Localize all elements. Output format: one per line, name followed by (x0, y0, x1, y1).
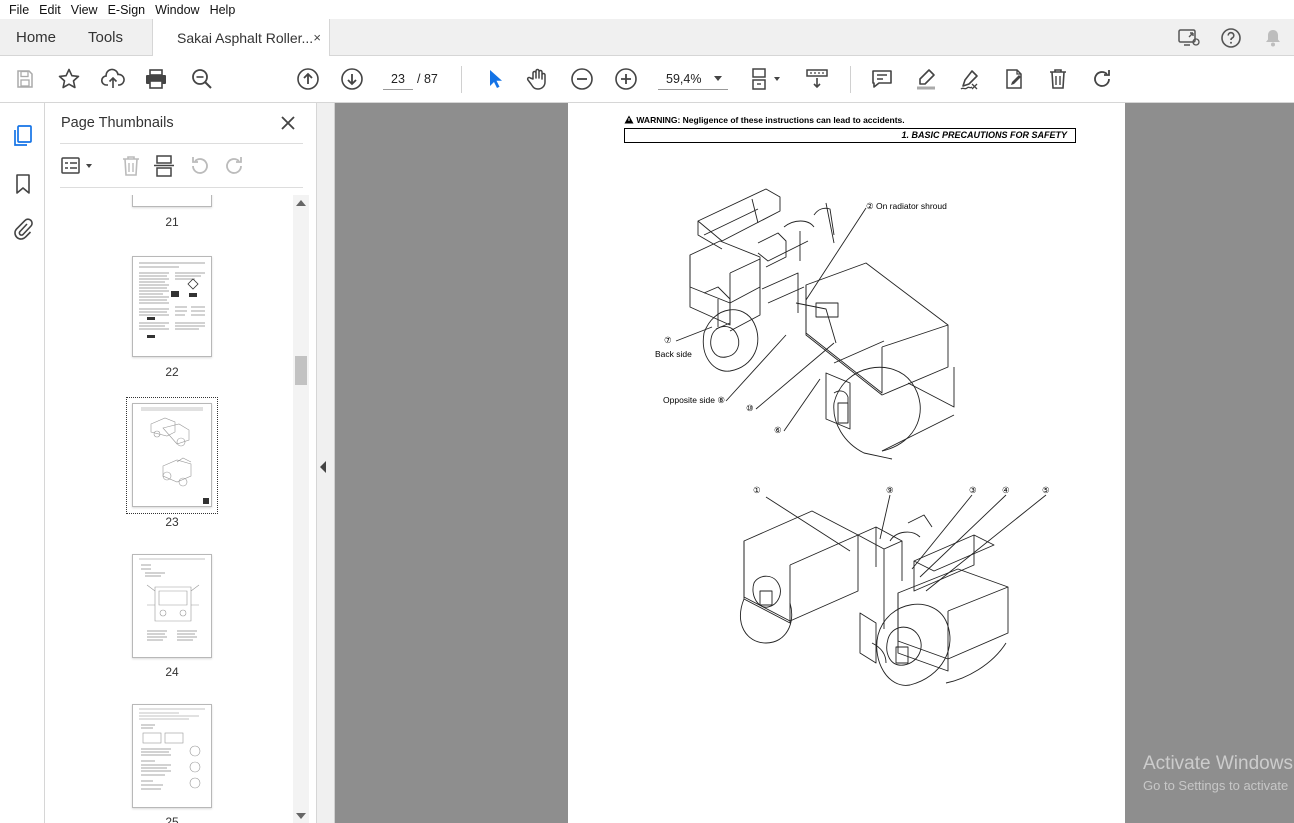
bookmark-star-icon[interactable] (56, 66, 82, 92)
callout-1: ① (753, 485, 761, 495)
previous-page-icon[interactable] (295, 66, 321, 92)
callout-4: ④ (1002, 485, 1010, 495)
menu-view[interactable]: View (66, 3, 103, 17)
page-thumbnails-panel: Page Thumbnails 21 22 23 24 25 (45, 103, 317, 823)
thumbnail-page-24[interactable] (132, 554, 212, 658)
activation-watermark-title: Activate Windows (1143, 753, 1293, 774)
thumbnail-label: 22 (165, 365, 179, 379)
zoom-level-dropdown[interactable]: 59,4% (658, 68, 728, 90)
tab-document-label: Sakai Asphalt Roller... (177, 30, 314, 46)
bell-icon[interactable] (1252, 28, 1294, 48)
page-thumbnails-icon[interactable] (10, 123, 36, 149)
close-panel-icon[interactable] (277, 112, 299, 134)
attachment-paperclip-icon[interactable] (10, 216, 36, 242)
zoom-level-value: 59,4% (666, 71, 702, 86)
hand-tool-icon[interactable] (525, 66, 551, 92)
menu-bar: File Edit View E-Sign Window Help (0, 0, 1294, 19)
bookmark-icon[interactable] (10, 171, 36, 197)
thumbnail-page-21[interactable] (132, 195, 212, 207)
print-icon[interactable] (143, 66, 169, 92)
tab-home[interactable]: Home (16, 19, 56, 56)
collapse-panel-arrow-icon[interactable] (320, 461, 326, 473)
select-cursor-icon[interactable] (481, 66, 507, 92)
rotate-counterclockwise-icon[interactable] (188, 154, 212, 181)
callout-5: ⑤ (1042, 485, 1050, 495)
tab-bar: Home Tools Sakai Asphalt Roller... × (0, 19, 1294, 57)
panel-divider (60, 143, 303, 144)
thumbnail-page-22[interactable] (132, 256, 212, 357)
menu-edit[interactable]: Edit (34, 3, 66, 17)
zoom-out-icon[interactable] (569, 66, 595, 92)
thumbnail-label: 24 (165, 665, 179, 679)
callout-10: ⑩ (746, 403, 754, 413)
menu-file[interactable]: File (4, 3, 34, 17)
panel-collapse-strip[interactable] (317, 103, 335, 823)
scroll-down-arrow-icon[interactable] (296, 813, 306, 819)
help-icon[interactable] (1210, 27, 1252, 49)
scrolling-mode-icon[interactable] (804, 66, 830, 92)
panel-title: Page Thumbnails (61, 115, 174, 131)
menu-esign[interactable]: E-Sign (103, 3, 151, 17)
panel-divider (60, 187, 303, 188)
save-icon[interactable] (12, 66, 38, 92)
comment-icon[interactable] (869, 66, 895, 92)
page-total: / 87 (417, 72, 438, 86)
callout-back-side: Back side (655, 349, 692, 359)
thumbnail-label: 25 (165, 815, 179, 823)
share-screen-icon[interactable] (1168, 28, 1210, 48)
thumbnail-scrollbar[interactable] (293, 195, 309, 823)
callout-opposite-side: Opposite side ⑧ (663, 395, 725, 405)
chevron-down-icon (714, 76, 722, 81)
activation-watermark-subtitle: Go to Settings to activate (1143, 778, 1289, 793)
pdf-page: WARNING: Negligence of these instruction… (568, 103, 1125, 823)
roller-illustration (675, 188, 1047, 686)
zoom-in-icon[interactable] (613, 66, 639, 92)
page-number-input[interactable] (383, 68, 413, 90)
thumbnail-list: 21 22 23 24 25 (45, 195, 293, 823)
delete-trash-icon[interactable] (1045, 66, 1071, 92)
callout-6: ⑥ (774, 425, 782, 435)
thumbnail-page-23[interactable] (132, 403, 212, 507)
page-fit-icon[interactable] (750, 66, 784, 92)
close-tab-icon[interactable]: × (313, 30, 321, 45)
callout-9: ⑨ (886, 485, 894, 495)
sign-pen-icon[interactable] (957, 66, 983, 92)
callout-3: ③ (969, 485, 977, 495)
highlight-pen-icon[interactable] (913, 66, 939, 92)
menu-window[interactable]: Window (150, 3, 204, 17)
delete-page-icon[interactable] (120, 154, 142, 181)
thumbnail-label: 21 (165, 215, 179, 229)
tab-document[interactable]: Sakai Asphalt Roller... × (152, 19, 330, 57)
document-view[interactable]: WARNING: Negligence of these instruction… (317, 103, 1294, 823)
next-page-icon[interactable] (339, 66, 365, 92)
rotate-clockwise-icon[interactable] (1089, 66, 1115, 92)
main-toolbar: / 87 59,4% (0, 56, 1294, 103)
toolbar-divider (461, 66, 462, 93)
toolbar-divider (850, 66, 851, 93)
insert-page-icon[interactable] (153, 154, 177, 181)
rotate-clockwise-page-icon[interactable] (222, 154, 246, 181)
thumbnail-page-25[interactable] (132, 704, 212, 808)
menu-help[interactable]: Help (205, 3, 241, 17)
find-zoom-icon[interactable] (189, 66, 215, 92)
thumbnail-toolbar (60, 151, 303, 181)
left-navigation-rail (0, 103, 45, 823)
callout-2: ② On radiator shroud (866, 201, 947, 211)
scroll-up-arrow-icon[interactable] (296, 200, 306, 206)
thumbnail-label: 23 (165, 515, 179, 529)
callout-7: ⑦ (664, 335, 672, 345)
thumbnail-options-menu-icon[interactable] (60, 154, 96, 178)
scrollbar-thumb[interactable] (295, 356, 307, 385)
edit-document-icon[interactable] (1001, 66, 1027, 92)
upload-cloud-icon[interactable] (100, 66, 126, 92)
tab-tools[interactable]: Tools (88, 19, 123, 56)
